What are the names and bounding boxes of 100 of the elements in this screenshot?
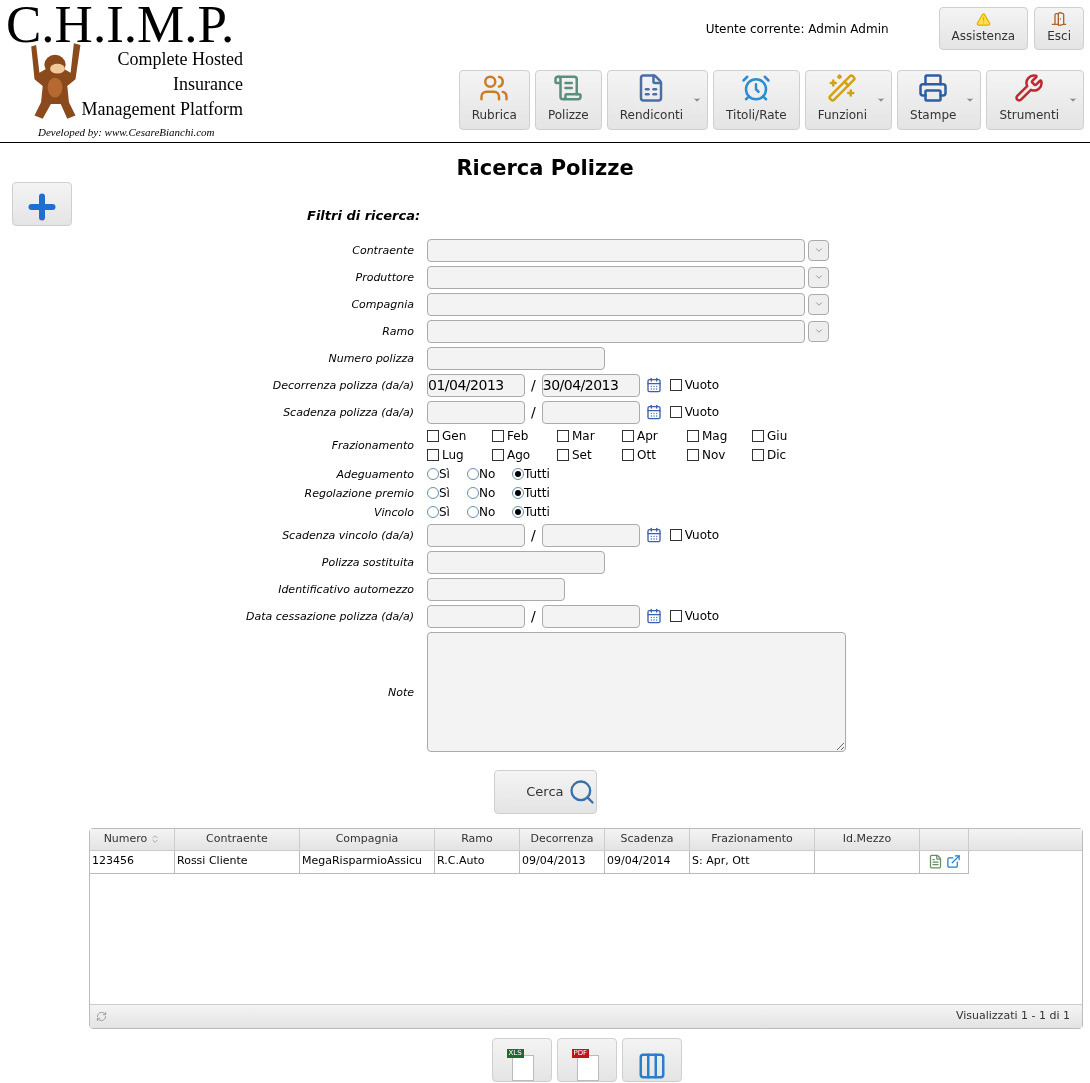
checkbox-label: Feb xyxy=(507,427,529,445)
checkbox[interactable] xyxy=(752,448,764,461)
table-cell: R.C.Auto xyxy=(435,850,520,873)
radio-label: Tutti xyxy=(524,467,550,481)
calendar-icon[interactable] xyxy=(645,608,662,624)
calendar-icon[interactable] xyxy=(645,527,662,543)
date-field[interactable]: 30/04/2013 xyxy=(541,373,640,397)
radio-label: Sì xyxy=(439,505,450,519)
checkbox[interactable] xyxy=(622,429,634,442)
toolbar-button[interactable]: Rendiconti xyxy=(606,70,709,130)
date-field[interactable] xyxy=(541,604,640,628)
toolbar-button[interactable]: Stampe xyxy=(897,70,982,130)
help-button[interactable]: Assistenza xyxy=(938,7,1029,50)
checkbox-label: Set xyxy=(572,446,592,464)
checkbox[interactable] xyxy=(669,406,682,418)
column-header[interactable]: Compagnia xyxy=(300,828,435,850)
pager-status: Visualizzati 1 - 1 di 1 xyxy=(955,1007,1071,1024)
checkbox[interactable] xyxy=(622,448,634,461)
radio-button[interactable] xyxy=(512,506,524,518)
caret-icon xyxy=(813,299,824,309)
text-field[interactable] xyxy=(427,550,605,574)
filters-heading: Filtri di ricerca: xyxy=(307,207,421,223)
checkbox[interactable] xyxy=(427,429,439,442)
dropdown-button[interactable] xyxy=(808,293,829,315)
toolbar-button[interactable]: Strumenti xyxy=(986,70,1084,130)
column-header[interactable]: Frazionamento xyxy=(690,828,815,850)
radio-button[interactable] xyxy=(467,468,479,480)
column-header[interactable]: Contraente xyxy=(175,828,300,850)
combo-field[interactable] xyxy=(427,319,805,343)
text-field[interactable] xyxy=(427,346,605,370)
checkbox[interactable] xyxy=(669,529,682,541)
logout-button[interactable]: Esci xyxy=(1034,7,1084,50)
combo-field[interactable] xyxy=(427,292,805,316)
checkbox[interactable] xyxy=(752,429,764,442)
column-header[interactable]: Decorrenza xyxy=(520,828,605,850)
date-field[interactable] xyxy=(427,604,525,628)
checkbox-label: Mar xyxy=(572,427,595,445)
date-field[interactable] xyxy=(541,400,640,424)
field-label: Identificativo automezzo xyxy=(278,583,414,596)
combo-field[interactable] xyxy=(427,238,805,262)
checkbox[interactable] xyxy=(492,448,504,461)
add-button[interactable] xyxy=(12,182,72,226)
radio-button[interactable] xyxy=(467,487,479,499)
checkbox[interactable] xyxy=(687,448,699,461)
separator: / xyxy=(530,375,537,395)
date-field[interactable]: 01/04/2013 xyxy=(427,373,525,397)
toolbar-button[interactable]: Rubrica xyxy=(458,70,530,130)
date-field[interactable] xyxy=(427,400,525,424)
checkbox[interactable] xyxy=(557,429,569,442)
column-header[interactable]: Numero xyxy=(90,828,175,850)
field-label: Polizza sostituita xyxy=(321,556,414,569)
refresh-icon[interactable] xyxy=(96,1010,107,1022)
radio-button[interactable] xyxy=(512,468,524,480)
field-label: Produttore xyxy=(355,271,414,284)
combo-field[interactable] xyxy=(427,265,805,289)
checkbox-label: Vuoto xyxy=(684,404,720,421)
radio-button[interactable] xyxy=(427,468,439,480)
field-label: Ramo xyxy=(382,325,414,338)
dropdown-button[interactable] xyxy=(808,320,829,342)
calendar-icon[interactable] xyxy=(645,404,662,420)
text-field[interactable] xyxy=(427,577,565,601)
checkbox-label: Vuoto xyxy=(684,608,720,625)
column-header[interactable]: Ramo xyxy=(435,828,520,850)
toolbar-button[interactable]: Titoli/Rate xyxy=(713,70,800,130)
checkbox[interactable] xyxy=(557,448,569,461)
toolbar-button[interactable]: Polizze xyxy=(534,70,602,130)
table-cell: S: Apr, Ott xyxy=(690,850,815,873)
search-button[interactable]: Cerca xyxy=(493,769,597,814)
radio-button[interactable] xyxy=(427,487,439,499)
checkbox[interactable] xyxy=(427,448,439,461)
alarm-clock-icon xyxy=(741,73,772,103)
logo-subtitle: Management Platform xyxy=(81,98,243,121)
dropdown-button[interactable] xyxy=(808,239,829,261)
calendar-icon[interactable] xyxy=(645,377,662,393)
field-label: Data cessazione polizza (da/a) xyxy=(246,610,414,623)
page-title: Ricerca Polizze xyxy=(456,155,634,182)
date-field[interactable] xyxy=(427,523,525,547)
field-label: Scadenza polizza (da/a) xyxy=(283,406,414,419)
checkbox[interactable] xyxy=(669,610,682,622)
notes-field[interactable] xyxy=(427,631,846,752)
checkbox-label: Giu xyxy=(767,427,788,445)
checkbox-label: Dic xyxy=(767,446,787,464)
dropdown-button[interactable] xyxy=(808,266,829,288)
checkbox[interactable] xyxy=(669,379,682,391)
field-label: Regolazione premio xyxy=(304,487,414,500)
radio-label: No xyxy=(479,467,496,481)
toolbar-button[interactable]: Funzioni xyxy=(804,70,893,130)
radio-button[interactable] xyxy=(427,506,439,518)
checkbox[interactable] xyxy=(492,429,504,442)
export-button[interactable] xyxy=(621,1037,682,1082)
checkbox[interactable] xyxy=(687,429,699,442)
radio-button[interactable] xyxy=(467,506,479,518)
radio-label: Tutti xyxy=(524,486,550,500)
open-window-icon[interactable] xyxy=(945,854,961,869)
document-icon[interactable] xyxy=(927,854,943,869)
sort-icon xyxy=(150,834,161,844)
radio-button[interactable] xyxy=(512,487,524,499)
date-field[interactable] xyxy=(541,523,640,547)
column-header[interactable]: Id.Mezzo xyxy=(815,828,920,850)
column-header[interactable]: Scadenza xyxy=(605,828,690,850)
